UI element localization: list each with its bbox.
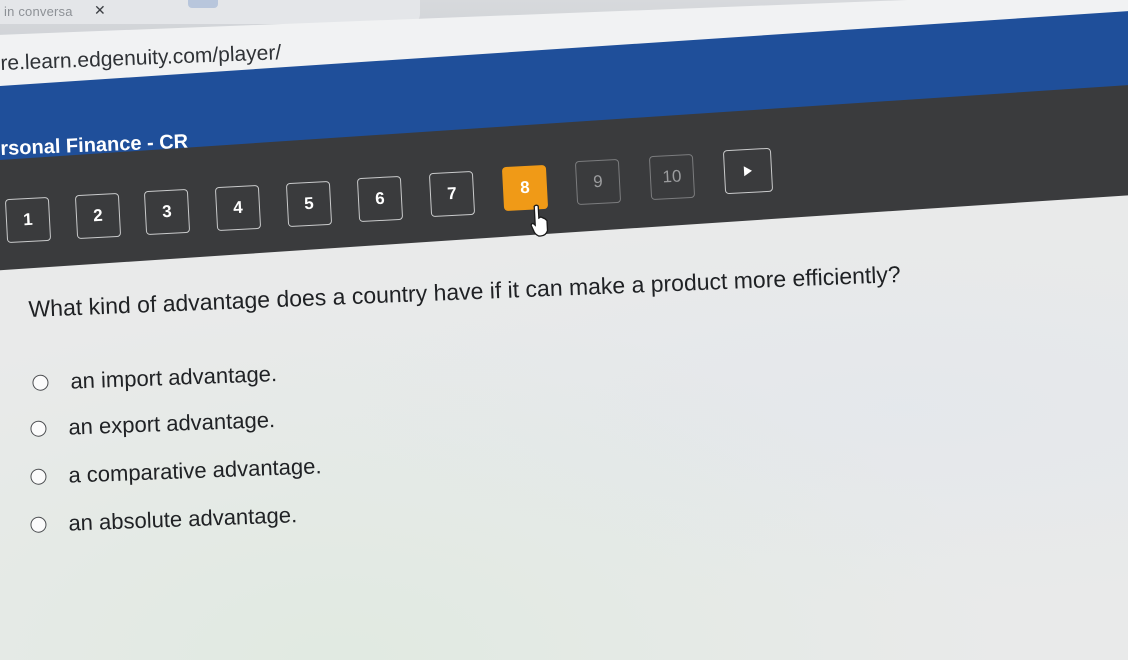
question-number: 8 [519, 177, 531, 198]
question-button-10[interactable]: 10 [648, 153, 696, 201]
question-button-9[interactable]: 9 [574, 158, 622, 206]
question-number: 9 [592, 171, 604, 192]
tab-close-icon[interactable]: ✕ [94, 2, 106, 19]
option-label: an absolute advantage. [67, 502, 298, 536]
answer-option-3[interactable]: a comparative advantage. [30, 453, 322, 490]
page: in conversa ✕ re.learn.edgenuity.com/pla… [0, 0, 1128, 660]
hand-cursor-icon [530, 204, 549, 237]
radio-button[interactable] [30, 420, 47, 437]
question-button-3[interactable]: 3 [143, 188, 191, 236]
question-button-1[interactable]: 1 [4, 196, 52, 244]
next-question-button[interactable] [722, 147, 774, 195]
answer-option-1[interactable]: an import advantage. [32, 361, 277, 396]
question-button-4[interactable]: 4 [214, 184, 262, 232]
play-icon [743, 165, 753, 177]
question-number: 2 [92, 205, 104, 226]
question-number: 4 [232, 197, 244, 218]
option-label: a comparative advantage. [67, 453, 322, 488]
question-number: 6 [374, 188, 386, 209]
question-button-2[interactable]: 2 [74, 192, 122, 240]
radio-button[interactable] [30, 516, 47, 533]
radio-button[interactable] [32, 374, 49, 391]
question-prompt: What kind of advantage does a country ha… [28, 260, 902, 322]
question-button-7[interactable]: 7 [428, 170, 476, 218]
answer-option-2[interactable]: an export advantage. [30, 407, 276, 442]
question-button-6[interactable]: 6 [356, 175, 404, 223]
question-number: 1 [22, 209, 34, 230]
question-number: 10 [662, 166, 682, 187]
question-button-5[interactable]: 5 [285, 180, 333, 228]
next-tab-favicon-icon[interactable] [188, 0, 218, 8]
answer-option-4[interactable]: an absolute advantage. [30, 502, 298, 538]
option-label: an import advantage. [69, 361, 278, 394]
option-label: an export advantage. [67, 407, 276, 440]
question-number: 5 [303, 193, 315, 214]
question-number: 3 [161, 201, 173, 222]
radio-button[interactable] [30, 468, 47, 485]
tab-title: in conversa [4, 4, 73, 19]
question-number: 7 [446, 183, 458, 204]
